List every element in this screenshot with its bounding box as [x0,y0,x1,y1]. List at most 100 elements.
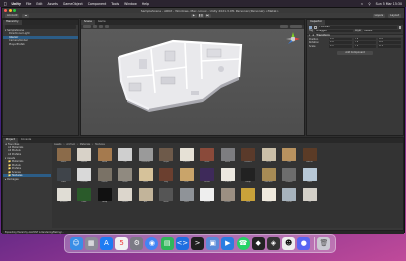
menu-help[interactable]: Help [142,2,149,6]
trash-icon[interactable]: 🗑 [317,237,331,250]
asset-item[interactable]: Sand [137,167,154,187]
rotation-x-field[interactable]: X 0 [329,41,352,44]
launchpad-icon[interactable]: ▦ [84,237,98,250]
menu-tools[interactable]: Tools [111,2,119,6]
unity-icon[interactable]: ◈ [266,237,280,250]
code-editor-icon[interactable]: <> [175,237,189,250]
asset-item[interactable]: Steel [178,187,195,207]
shading-mode-dropdown[interactable] [83,25,91,28]
pause-button[interactable]: ❚❚ [197,13,204,18]
tree-item[interactable]: All Prefabs [3,153,51,156]
asset-item[interactable]: Mirror [281,187,298,207]
asset-item[interactable]: Pebble [219,187,236,207]
layout-dropdown[interactable]: Layout [388,13,401,18]
scene-search-input[interactable] [290,25,302,28]
zoom-window-button[interactable] [13,9,16,12]
tab-scene[interactable]: Scene [81,20,95,25]
system-settings-icon[interactable]: ⚙ [130,237,144,250]
terminal-icon[interactable]: > [191,237,204,250]
finder-icon[interactable]: ☺ [69,237,83,250]
wifi-icon[interactable]: ≈ [361,2,364,6]
asset-item[interactable]: Granite [281,167,298,187]
rotation-z-field[interactable]: Z 0 [378,41,402,44]
asset-item[interactable]: Cotton [260,187,277,207]
tree-item-selected[interactable]: 📁 Textures [3,174,51,178]
preview-icon[interactable]: ▣ [206,237,220,250]
minimize-window-button[interactable] [8,9,12,12]
asset-item[interactable]: Gold [240,187,257,207]
layers-dropdown[interactable]: Layers [372,13,386,18]
asset-item[interactable]: Plaster [117,187,134,207]
tab-hierarchy[interactable]: Hierarchy [3,20,22,25]
static-checkbox[interactable] [398,26,401,29]
asset-item[interactable]: Bamboo [260,167,277,187]
asset-item[interactable]: Linen [260,147,277,167]
app-menu[interactable]: Unity [11,2,21,6]
asset-item[interactable]: Noise [158,187,175,207]
breadcrumb-item[interactable]: Textures [95,143,105,146]
layer-dropdown[interactable]: Default [363,29,401,33]
asset-item[interactable]: Gravel [96,167,113,187]
position-x-field[interactable]: X 0 [329,37,352,41]
asset-item[interactable]: Pine [178,167,195,187]
chrome-icon[interactable]: ◉ [145,237,159,250]
ghost-app-icon[interactable]: ☻ [282,237,296,250]
active-checkbox[interactable] [314,26,317,29]
apple-icon[interactable]:  [4,1,6,6]
audio-toggle[interactable] [105,25,109,28]
asset-item[interactable]: Blinds [199,187,216,207]
position-z-field[interactable]: Z 0 [378,37,402,41]
menu-edit[interactable]: Edit [36,2,42,6]
asset-item[interactable]: Marble [76,147,93,167]
tree-item[interactable]: ▸ Packages [3,178,51,181]
cloud-icon[interactable]: ☁ [22,13,30,18]
object-name-field[interactable]: FloorPlan [318,26,397,29]
account-button[interactable]: Account [5,13,20,18]
position-y-field[interactable]: Y 0 [353,37,377,41]
scale-x-field[interactable]: X 1 [329,44,352,48]
search-icon[interactable]: ⚲ [368,2,370,6]
asset-item[interactable]: Lamp [240,167,257,187]
calendar-icon[interactable]: 5 [115,237,129,250]
asset-item[interactable]: Slate [55,167,72,187]
whatsapp-icon[interactable]: ☎ [236,237,250,250]
menu-window[interactable]: Window [124,2,137,6]
menu-assets[interactable]: Assets [48,2,58,6]
asset-item[interactable]: Stone [117,167,134,187]
asset-item[interactable]: Ash [137,187,154,207]
menu-component[interactable]: Component [88,2,107,6]
asset-item[interactable]: Tile [301,187,318,207]
lighting-toggle[interactable] [99,25,103,28]
menu-file[interactable]: File [26,2,31,6]
unity-hub-icon[interactable]: ◆ [251,237,265,250]
asset-item[interactable]: Carpet [158,147,175,167]
2d-toggle[interactable] [93,25,97,28]
hierarchy-search-input[interactable] [5,25,76,29]
asset-item[interactable]: Wood [96,147,113,167]
asset-item[interactable]: Plant [76,187,93,207]
asset-item[interactable]: Oak [281,147,298,167]
scale-z-field[interactable]: Z 1 [378,44,402,48]
add-component-button[interactable]: Add Component [337,51,373,55]
asset-item[interactable]: Tile [117,147,134,167]
asset-item[interactable]: Chrome [76,167,93,187]
orientation-gizmo-icon[interactable] [285,31,301,47]
tab-game[interactable]: Game [95,20,109,25]
zoom-icon[interactable]: ▶ [221,237,235,250]
numbers-icon[interactable]: ▤ [160,237,174,250]
asset-item[interactable]: Metal [219,147,236,167]
asset-item[interactable]: Concrete [137,147,154,167]
menu-gameobject[interactable]: GameObject [63,2,83,6]
scene-viewport[interactable] [81,28,304,135]
asset-item[interactable]: Rug [158,167,175,187]
asset-item[interactable]: Terrazzo [55,187,72,207]
menu-clock[interactable]: Sun 5 Mar 15:30 [376,2,402,6]
tab-inspector[interactable]: Inspector [307,20,326,25]
asset-item[interactable]: Fabric [55,147,72,167]
asset-item[interactable]: Glass [301,167,318,187]
asset-item[interactable]: Plaster [178,147,195,167]
asset-item[interactable]: Ceramic [219,167,236,187]
asset-item[interactable]: Velvet [199,167,216,187]
asset-item[interactable]: Lamp [96,187,113,207]
rotation-y-field[interactable]: Y 0 [353,41,377,44]
